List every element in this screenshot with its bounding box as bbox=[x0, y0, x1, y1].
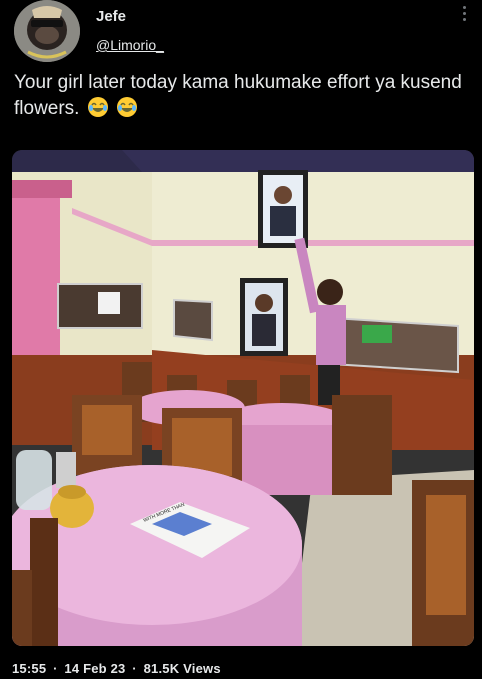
views-count[interactable]: 81.5K bbox=[144, 661, 180, 676]
avatar[interactable] bbox=[14, 0, 80, 62]
meta-separator: · bbox=[53, 661, 58, 676]
author-handle[interactable]: @Limorio_ bbox=[96, 37, 164, 53]
author-name[interactable]: Jefe bbox=[96, 8, 126, 25]
more-options-icon[interactable] bbox=[460, 6, 468, 28]
tweet-time[interactable]: 15:55 bbox=[12, 661, 46, 676]
restaurant-photo: WITH MORE THAN bbox=[12, 150, 474, 646]
tweet-body: Your girl later today kama hukumake effo… bbox=[14, 72, 462, 119]
tweet-photo[interactable]: WITH MORE THAN bbox=[12, 150, 474, 646]
meta-separator: · bbox=[132, 661, 137, 676]
tweet-text: Your girl later today kama hukumake effo… bbox=[14, 70, 474, 122]
joy-emoji-icon bbox=[87, 97, 108, 117]
views-label: Views bbox=[183, 661, 221, 676]
tweet-date[interactable]: 14 Feb 23 bbox=[64, 661, 125, 676]
gorilla-avatar-icon bbox=[14, 0, 80, 62]
tweet-meta: 15:55 · 14 Feb 23 · 81.5K Views bbox=[12, 661, 221, 676]
tweet-header: Jefe @Limorio_ bbox=[0, 0, 482, 62]
joy-emoji-icon bbox=[117, 97, 138, 117]
